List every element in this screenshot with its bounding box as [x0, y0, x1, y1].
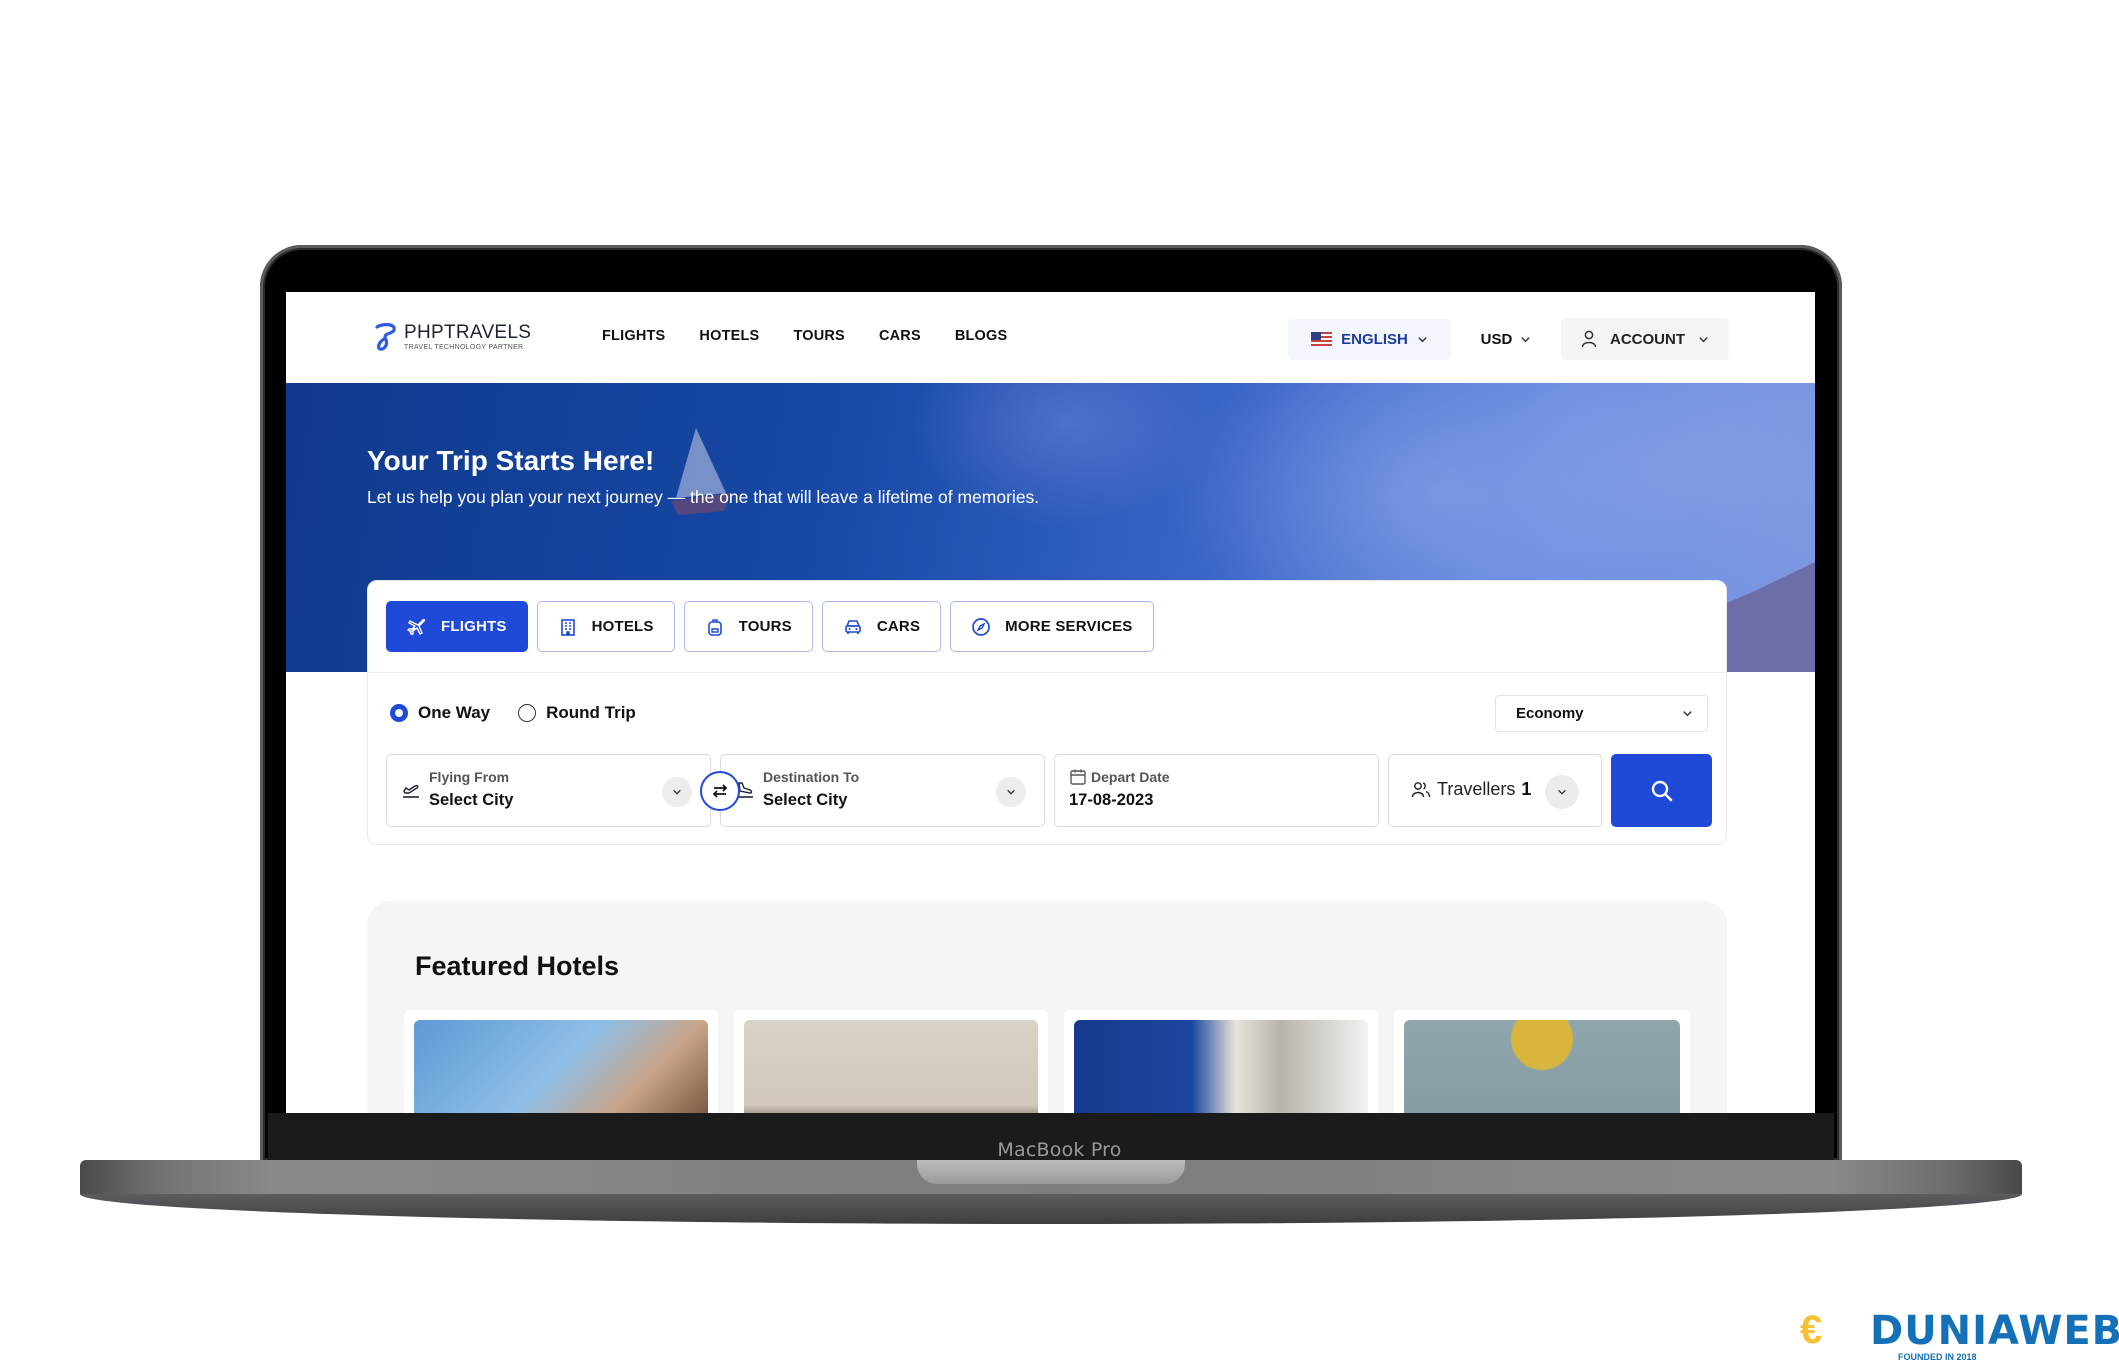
flying-from-field[interactable]: Flying From Select City — [386, 754, 711, 827]
field-value: Select City — [429, 791, 514, 809]
radio-label: Round Trip — [546, 703, 636, 722]
user-icon — [1581, 330, 1597, 348]
hotel-card[interactable] — [1394, 1010, 1690, 1113]
nav-link-hotels[interactable]: HOTELS — [699, 328, 759, 344]
hotel-image — [1074, 1020, 1368, 1113]
chevron-down-icon — [1418, 336, 1427, 342]
watermark-brand: DUNIAWEB — [1870, 1308, 2119, 1354]
nav-link-cars[interactable]: CARS — [879, 328, 921, 344]
radio-round-trip[interactable]: Round Trip — [518, 703, 636, 723]
chevron-down-icon — [1683, 711, 1692, 717]
hero-title: Your Trip Starts Here! — [367, 445, 655, 476]
tab-label: CARS — [876, 618, 921, 635]
cabin-class-value: Economy — [1516, 705, 1584, 722]
nav-links: FLIGHTS HOTELS TOURS CARS BLOGS — [602, 328, 1007, 344]
compass-icon — [972, 617, 991, 636]
tab-label: FLIGHTS — [441, 618, 507, 635]
account-dropdown[interactable]: ACCOUNT — [1561, 318, 1729, 360]
cabin-class-select[interactable]: Economy — [1495, 695, 1708, 732]
tab-label: HOTELS — [591, 618, 654, 635]
device-label: MacBook Pro — [997, 1139, 1122, 1161]
featured-hotels-title: Featured Hotels — [415, 951, 620, 981]
service-tabs: FLIGHTS HOTELS TOURS CARS MORE SERVICES — [386, 601, 1154, 652]
field-label: Depart Date — [1091, 769, 1170, 785]
tab-cars[interactable]: CARS — [821, 601, 942, 652]
nav-link-blogs[interactable]: BLOGS — [955, 328, 1008, 344]
top-nav: PHPTRAVELS TRAVEL TECHNOLOGY PARTNER FLI… — [286, 292, 1815, 383]
backpack-icon — [707, 618, 722, 636]
destination-to-field[interactable]: Destination To Select City — [720, 754, 1045, 827]
radio-one-way[interactable]: One Way — [390, 703, 490, 723]
language-dropdown[interactable]: ENGLISH — [1288, 318, 1451, 360]
travellers-label: Travellers — [1437, 779, 1516, 799]
field-value: Select City — [763, 791, 848, 809]
watermark-tagline: FOUNDED IN 2018 — [1898, 1352, 1977, 1362]
nav-right: ENGLISH USD ACCOUNT — [1288, 318, 1729, 360]
sailboat-image — [671, 428, 731, 515]
featured-hotels-section: Featured Hotels — [367, 901, 1727, 1113]
chevron-down-icon — [673, 789, 681, 795]
field-value: 17-08-2023 — [1069, 791, 1154, 809]
beach-shore-image — [1720, 562, 1815, 672]
field-label: Flying From — [429, 769, 510, 785]
laptop-screen: PHPTRAVELS TRAVEL TECHNOLOGY PARTNER FLI… — [286, 292, 1815, 1113]
depart-date-field[interactable]: Depart Date 17-08-2023 — [1054, 754, 1379, 827]
to-dropdown-button[interactable] — [996, 777, 1026, 807]
watermark-logo: € DUNIAWEB FOUNDED IN 2018 — [1800, 1300, 2119, 1367]
hotel-card[interactable] — [734, 1010, 1048, 1113]
account-label: ACCOUNT — [1610, 330, 1685, 348]
logo-mark-icon — [375, 323, 396, 351]
hotel-image — [414, 1020, 708, 1113]
building-icon — [560, 618, 575, 636]
laptop-notch — [917, 1160, 1185, 1184]
tab-more-services[interactable]: MORE SERVICES — [950, 601, 1154, 652]
chevron-down-icon — [1521, 336, 1531, 342]
hotel-cards — [404, 1010, 1690, 1113]
plane-icon — [407, 618, 426, 635]
radio-label: One Way — [418, 703, 491, 722]
nav-link-flights[interactable]: FLIGHTS — [602, 328, 665, 344]
hotel-card[interactable] — [1064, 1010, 1378, 1113]
search-card: FLIGHTS HOTELS TOURS CARS MORE SERVICES — [367, 580, 1727, 845]
tab-label: TOURS — [738, 618, 792, 635]
travellers-count: 1 — [1521, 779, 1532, 799]
currency-label: USD — [1480, 330, 1513, 348]
trip-type-radios: One Way Round Trip — [390, 703, 636, 723]
tab-flights[interactable]: FLIGHTS — [386, 601, 528, 652]
hotel-image — [1404, 1020, 1680, 1113]
from-dropdown-button[interactable] — [662, 777, 692, 807]
calendar-icon — [1070, 769, 1086, 785]
swap-cities-button[interactable] — [700, 771, 740, 811]
travellers-dropdown-button[interactable] — [1545, 775, 1579, 809]
tabs-divider — [368, 672, 1726, 673]
users-icon — [1411, 781, 1431, 797]
currency-dropdown[interactable]: USD — [1451, 319, 1561, 360]
logo[interactable]: PHPTRAVELS TRAVEL TECHNOLOGY PARTNER — [374, 322, 531, 352]
logo-tagline: TRAVEL TECHNOLOGY PARTNER — [404, 344, 524, 351]
logo-name: PHPTRAVELS — [404, 322, 532, 343]
swap-arrows-icon — [712, 784, 728, 798]
tab-label: MORE SERVICES — [1005, 618, 1133, 635]
hero-subtitle: Let us help you plan your next journey —… — [367, 487, 1040, 507]
hotel-image — [744, 1020, 1038, 1113]
search-button[interactable] — [1611, 754, 1712, 827]
nav-link-tours[interactable]: TOURS — [793, 328, 845, 344]
us-flag-icon — [1311, 331, 1333, 347]
chevron-down-icon — [1007, 789, 1015, 795]
travellers-field[interactable]: Travellers 1 — [1388, 754, 1602, 827]
radio-button-checked[interactable] — [390, 704, 408, 722]
search-icon — [1651, 780, 1672, 801]
laptop-base-lower — [80, 1194, 2022, 1224]
tab-tours[interactable]: TOURS — [683, 601, 813, 652]
chevron-down-icon — [1699, 336, 1708, 342]
radio-button[interactable] — [518, 704, 537, 722]
chevron-down-icon — [1558, 789, 1566, 795]
car-icon — [845, 619, 861, 634]
hotel-card[interactable] — [404, 1010, 718, 1113]
euro-icon: € — [1800, 1308, 1823, 1352]
plane-departure-icon — [403, 784, 419, 798]
language-label: ENGLISH — [1341, 330, 1408, 348]
tab-hotels[interactable]: HOTELS — [536, 601, 675, 652]
field-label: Destination To — [763, 769, 860, 785]
